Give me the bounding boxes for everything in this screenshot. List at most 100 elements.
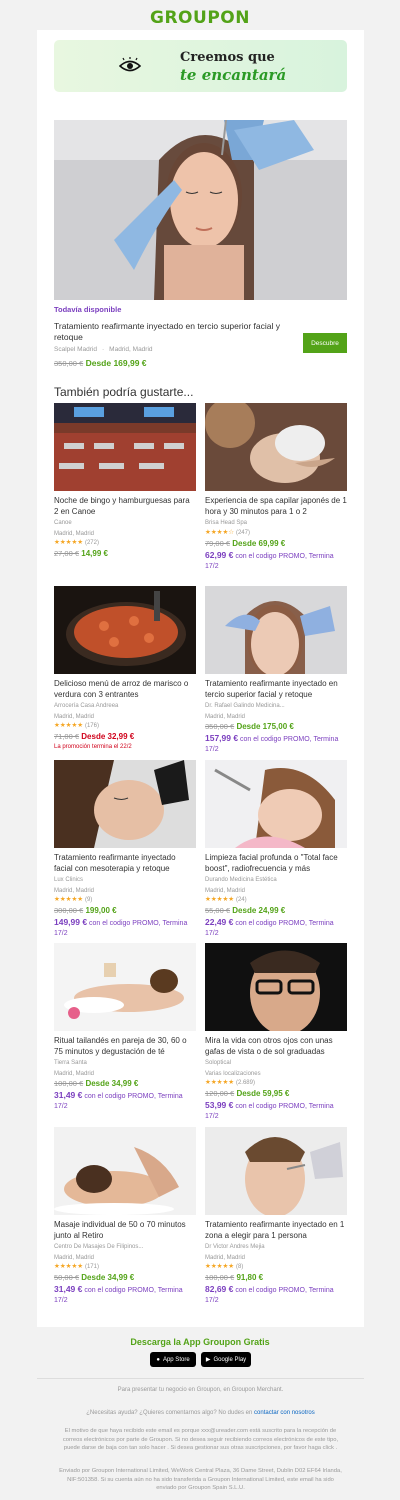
hero-merchant: Scalpel Madrid [54, 346, 97, 353]
apple-icon: ● [156, 1356, 160, 1363]
deal-merchant: Tierra Santa [54, 1060, 87, 1066]
deal-card[interactable]: Tratamiento reafirmante inyectado en ter… [205, 586, 347, 755]
rating-stars: ★★★★★ (2.689) [205, 1079, 255, 1086]
promo-line: 53,99 € con el codigo PROMO, Termina 17/… [205, 1100, 334, 1120]
rating-stars: ★★★★★ (24) [205, 896, 247, 903]
help-line: ¿Necesitas ayuda? ¿Quieres comentarnos a… [86, 1410, 315, 1416]
hero-location: Madrid, Madrid [109, 346, 153, 353]
download-app-heading: Descarga la App Groupon Gratis [130, 1337, 270, 1347]
deal-image[interactable] [205, 586, 347, 674]
deal-card[interactable]: Experiencia de spa capilar japonés de 1 … [205, 403, 347, 572]
deal-card[interactable]: Limpieza facial profunda o "Total face b… [205, 760, 347, 939]
rating-stars: ★★★★★ (9) [54, 896, 93, 903]
rating-stars: ★★★★★ (171) [54, 1263, 99, 1270]
deal-merchant: Lux Clinics [54, 877, 84, 883]
rating-stars: ★★★★☆ (247) [205, 528, 250, 536]
deal-price: 71,00 € Desde 32,99 € [54, 732, 135, 741]
deal-price: 300,00 € 199,00 € [54, 906, 117, 915]
deal-card[interactable]: Mira la vida con otros ojos con unas gaf… [205, 943, 347, 1122]
groupon-logo[interactable]: GROUPON [150, 8, 250, 28]
deal-price: 79,00 € Desde 69,99 € [205, 538, 286, 548]
deal-image[interactable] [205, 1127, 347, 1215]
deal-title[interactable]: Masaje individual de 50 o 70 minutos jun… [54, 1219, 196, 1241]
deal-price: 350,00 € Desde 175,00 € [205, 722, 294, 731]
deal-image[interactable] [54, 403, 196, 491]
hero-image[interactable] [54, 120, 347, 300]
deal-card[interactable]: Ritual tailandés en pareja de 30, 60 o 7… [54, 943, 196, 1112]
hero-title[interactable]: Tratamiento reafirmante inyectado en ter… [54, 321, 289, 343]
hero-old-price: 350,00 € [54, 359, 84, 368]
deal-image[interactable] [205, 943, 347, 1031]
deal-location: Madrid, Madrid [205, 1254, 246, 1261]
deal-location: Madrid, Madrid [54, 1254, 95, 1261]
deal-image[interactable] [205, 403, 347, 491]
deal-title[interactable]: Limpieza facial profunda o "Total face b… [205, 852, 347, 874]
hero-price: 350,00 € Desde 169,99 € [54, 358, 147, 368]
deal-location: Madrid, Madrid [54, 530, 95, 537]
deal-price: 27,00 € 14,99 € [54, 549, 108, 558]
google-play-button[interactable]: ▶ Google Play [201, 1352, 251, 1367]
deal-location: Madrid, Madrid [205, 713, 246, 720]
deal-merchant: Dr. Rafael Galindo Medicina... [205, 703, 285, 709]
deal-card[interactable]: Tratamiento reafirmante inyectado en 1 z… [205, 1127, 347, 1306]
recommend-banner: Creemos que te encantará [54, 40, 347, 92]
deal-location: Madrid, Madrid [54, 1070, 95, 1077]
footer-divider [37, 1378, 364, 1379]
deal-card[interactable]: Noche de bingo y hamburguesas para 2 en … [54, 403, 196, 560]
deal-image[interactable] [54, 943, 196, 1031]
rating-stars: ★★★★★ (272) [54, 539, 99, 546]
play-icon: ▶ [205, 1357, 211, 1363]
deal-title[interactable]: Tratamiento reafirmante inyectado en 1 z… [205, 1219, 347, 1241]
deal-card[interactable]: Masaje individual de 50 o 70 minutos jun… [54, 1127, 196, 1306]
promo-line: 157,99 € con el codigo PROMO, Termina 17… [205, 733, 339, 753]
contact-link[interactable]: contactar con nosotros [254, 1410, 315, 1416]
subscription-notice: El motivo de que haya recibido este emai… [62, 1428, 339, 1451]
deal-merchant: Centro De Masajes De Filipinos... [54, 1244, 144, 1250]
promo-line: 31,49 € con el codigo PROMO, Termina 17/… [54, 1284, 183, 1304]
deal-title[interactable]: Tratamiento reafirmante inyectado facial… [54, 852, 196, 874]
deal-title[interactable]: Experiencia de spa capilar japonés de 1 … [205, 495, 347, 517]
merchant-line: Para presentar tu negocio en Groupon, en… [117, 1387, 284, 1393]
deal-card[interactable]: Tratamiento reafirmante inyectado facial… [54, 760, 196, 939]
deal-price: 50,00 € Desde 34,99 € [54, 1273, 135, 1282]
deal-title[interactable]: Ritual tailandés en pareja de 30, 60 o 7… [54, 1035, 196, 1057]
availability-label: Todavía disponible [54, 305, 122, 314]
deal-title[interactable]: Noche de bingo y hamburguesas para 2 en … [54, 495, 196, 517]
banner-line-2: te encantará [180, 66, 287, 84]
deal-image[interactable] [54, 586, 196, 674]
header: GROUPON [0, 0, 400, 30]
also-like-heading: También podría gustarte... [54, 385, 194, 399]
eye-icon [119, 57, 141, 72]
hero-photo [54, 120, 347, 300]
deal-price: 55,00 € Desde 24,99 € [205, 906, 286, 915]
deal-image[interactable] [205, 760, 347, 848]
app-store-button[interactable]: ● App Store [150, 1352, 196, 1367]
rating-stars: ★★★★★ (8) [205, 1263, 244, 1270]
promo-note: La promoción termina el 22/2 [54, 744, 132, 750]
deal-merchant: Soloptical [205, 1060, 232, 1066]
deal-title[interactable]: Mira la vida con otros ojos con unas gaf… [205, 1035, 347, 1057]
deal-location: Madrid, Madrid [205, 887, 246, 894]
deal-title[interactable]: Delicioso menú de arroz de marisco o ver… [54, 678, 196, 700]
promo-line: 31,49 € con el codigo PROMO, Termina 17/… [54, 1090, 183, 1110]
promo-line: 62,99 € con el codigo PROMO, Termina 17/… [205, 549, 334, 570]
deal-title[interactable]: Tratamiento reafirmante inyectado en ter… [205, 678, 347, 700]
discover-button[interactable]: Descubre [303, 333, 347, 353]
deal-card[interactable]: Delicioso menú de arroz de marisco o ver… [54, 586, 196, 752]
banner-line-1: Creemos que [180, 50, 275, 65]
deal-image[interactable] [54, 760, 196, 848]
deal-location: Madrid, Madrid [54, 887, 95, 894]
hero-current-price: Desde 169,99 € [85, 358, 147, 368]
hero-meta: Scalpel Madrid · Madrid, Madrid [54, 346, 153, 353]
deal-location: Madrid, Madrid [54, 713, 95, 720]
deal-merchant: Dr Victor Andres Mejia [205, 1244, 265, 1250]
deal-image[interactable] [54, 1127, 196, 1215]
deal-price: 100,00 € Desde 34,99 € [54, 1079, 139, 1088]
deal-merchant: Arrocería Casa Andreea [54, 703, 119, 709]
promo-line: 22,49 € con el codigo PROMO, Termina 17/… [205, 917, 334, 937]
email-card: Creemos que te encantará Todavía disponi… [37, 30, 364, 1327]
deal-location: Varias localizaciones [205, 1070, 261, 1077]
legal-notice: Enviado por Groupon International Limite… [59, 1468, 342, 1491]
deal-merchant: Durando Medicina Estética [205, 877, 277, 883]
promo-line: 82,69 € con el codigo PROMO, Termina 17/… [205, 1284, 334, 1304]
